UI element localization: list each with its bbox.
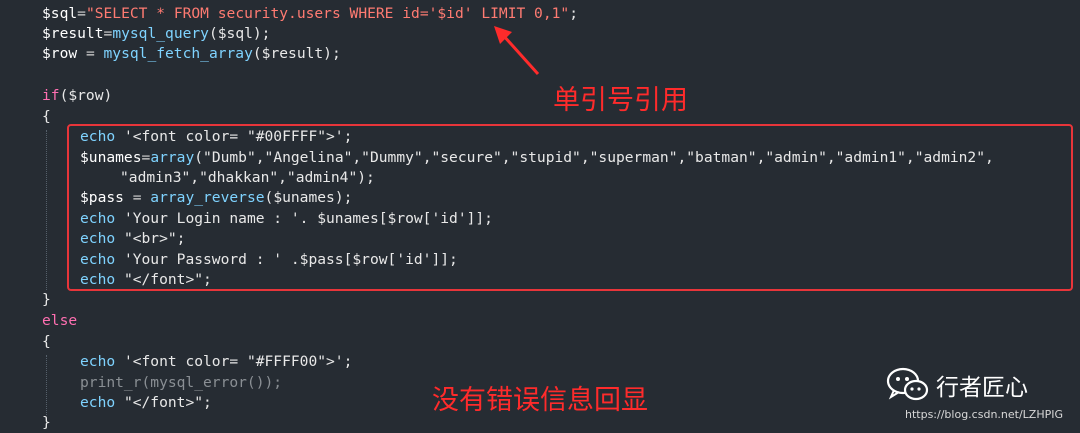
code-line-18: echo '<font color= "#FFFF00">';	[80, 353, 353, 370]
watermark: 行者匠心	[886, 355, 1028, 415]
indent-guide-2	[46, 355, 47, 415]
wechat-icon	[886, 367, 929, 401]
code-line-16: else	[42, 312, 78, 329]
arrow-icon	[494, 26, 540, 76]
annotation-single-quote: 单引号引用	[553, 85, 688, 116]
code-line-3: $row = mysql_fetch_array($result);	[42, 45, 341, 62]
code-line-21: }	[42, 414, 51, 431]
code-line-2: $result=mysql_query($sql);	[42, 25, 271, 42]
code-line-5: if($row)	[42, 87, 113, 104]
code-line-6: {	[42, 108, 51, 125]
code-line-20: echo "</font>";	[80, 394, 212, 411]
indent-guide	[46, 130, 47, 290]
watermark-name: 行者匠心	[936, 375, 1028, 401]
watermark-url: https://blog.csdn.net/LZHPIG	[905, 408, 1064, 421]
code-line-17: {	[42, 333, 51, 350]
highlight-box	[67, 124, 1073, 291]
code-line-19: print_r(mysql_error());	[80, 374, 283, 391]
code-line-15: }	[42, 291, 51, 308]
annotation-no-error: 没有错误信息回显	[432, 385, 648, 416]
